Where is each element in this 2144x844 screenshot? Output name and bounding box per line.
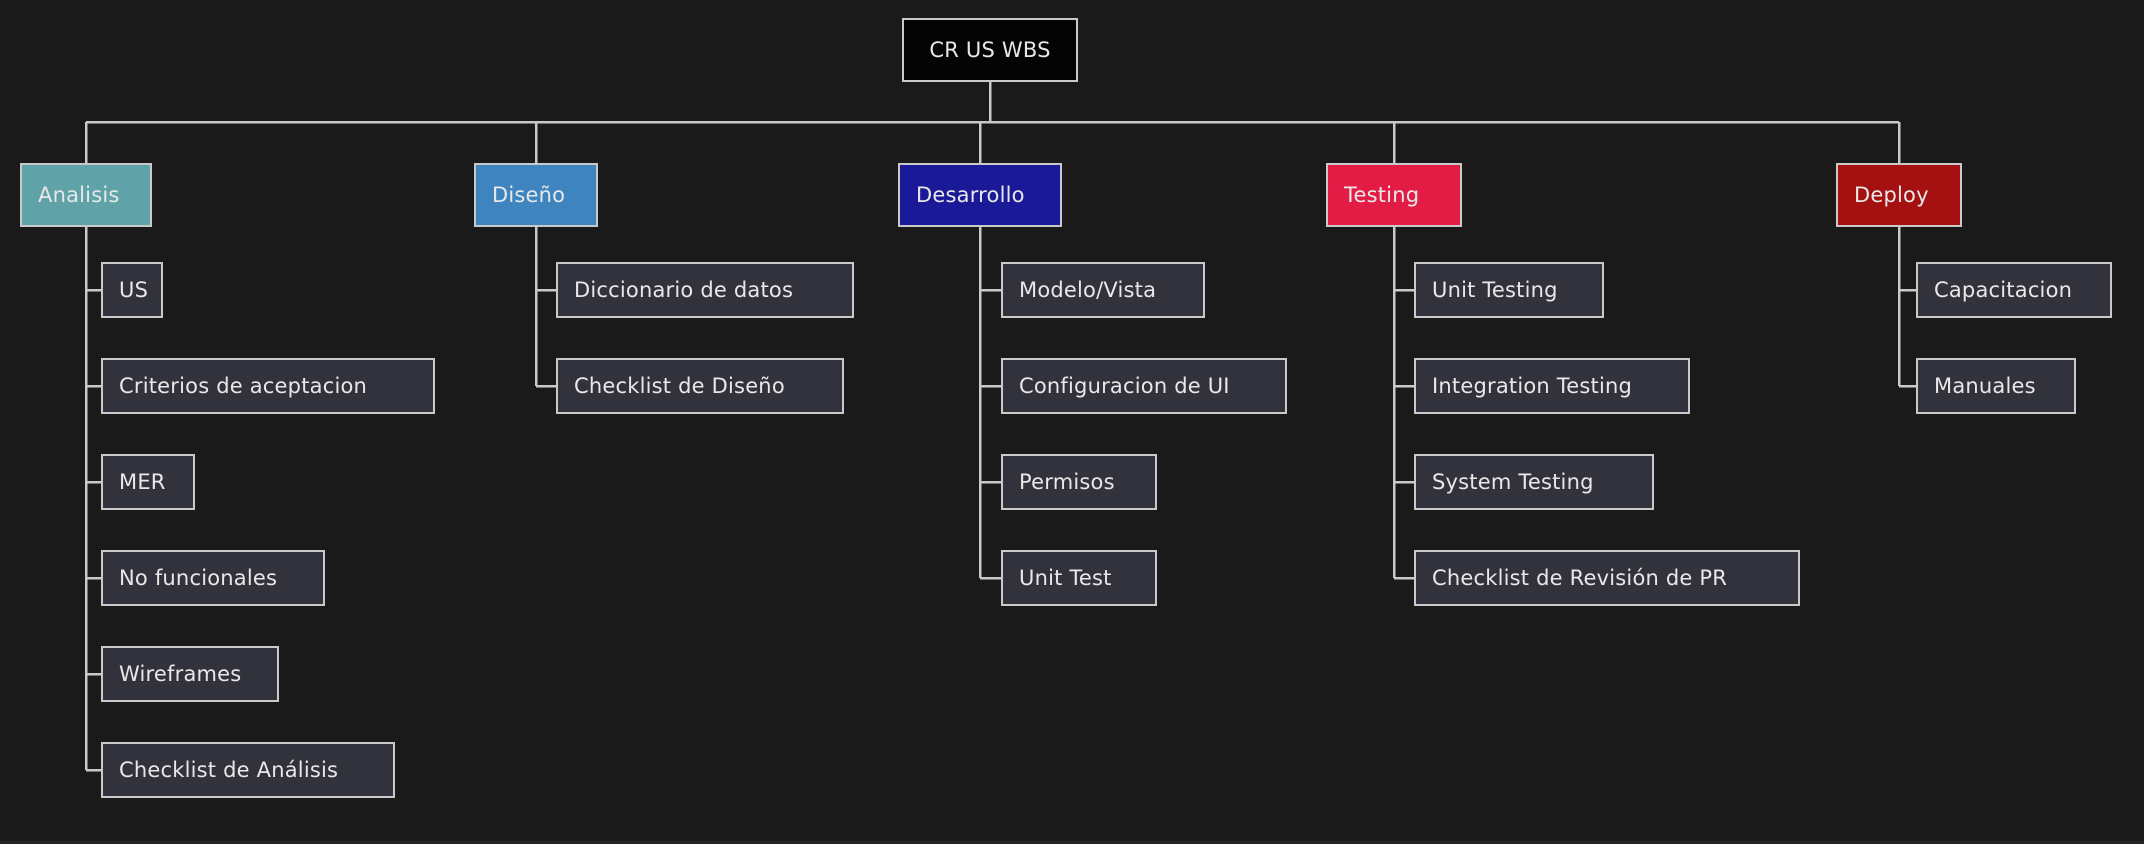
leaf-node-us-label: US xyxy=(119,277,149,302)
leaf-node-checklist-de-revision-de-pr[interactable]: Checklist de Revisión de PR xyxy=(1414,550,1800,606)
leaf-node-no-funcionales[interactable]: No funcionales xyxy=(101,550,325,606)
leaf-node-mer-label: MER xyxy=(119,469,166,494)
leaf-node-checklist-de-analisis-label: Checklist de Análisis xyxy=(119,757,339,782)
phase-node-testing-label: Testing xyxy=(1344,182,1420,207)
leaf-node-capacitacion[interactable]: Capacitacion xyxy=(1916,262,2112,318)
leaf-node-diccionario-de-datos[interactable]: Diccionario de datos xyxy=(556,262,854,318)
wbs-diagram-canvas: CR US WBS Analisis US Criterios de aceptaci… xyxy=(0,0,2144,844)
leaf-node-capacitacion-label: Capacitacion xyxy=(1934,277,2073,302)
leaf-node-mer[interactable]: MER xyxy=(101,454,195,510)
leaf-node-us[interactable]: US xyxy=(101,262,163,318)
leaf-node-configuracion-de-ui-label: Configuracion de UI xyxy=(1019,373,1230,398)
leaf-node-checklist-de-revision-de-pr-label: Checklist de Revisión de PR xyxy=(1432,565,1728,590)
leaf-node-manuales-label: Manuales xyxy=(1934,373,2036,398)
root-node-label: CR US WBS xyxy=(929,37,1051,62)
phase-node-diseno[interactable]: Diseño xyxy=(474,163,598,227)
leaf-node-unit-test-label: Unit Test xyxy=(1019,565,1112,590)
phase-node-desarrollo[interactable]: Desarrollo xyxy=(898,163,1062,227)
leaf-node-wireframes-label: Wireframes xyxy=(119,661,242,686)
leaf-node-diccionario-de-datos-label: Diccionario de datos xyxy=(574,277,794,302)
phase-node-analisis[interactable]: Analisis xyxy=(20,163,152,227)
leaf-node-criterios-de-aceptacion-label: Criterios de aceptacion xyxy=(119,373,368,398)
leaf-node-no-funcionales-label: No funcionales xyxy=(119,565,278,590)
leaf-node-unit-test[interactable]: Unit Test xyxy=(1001,550,1157,606)
leaf-node-integration-testing-label: Integration Testing xyxy=(1432,373,1633,398)
connector-edge-layer xyxy=(84,82,1916,772)
leaf-node-wireframes[interactable]: Wireframes xyxy=(101,646,279,702)
phase-node-desarrollo-label: Desarrollo xyxy=(916,182,1025,207)
root-node[interactable]: CR US WBS xyxy=(902,18,1078,82)
leaf-node-system-testing-label: System Testing xyxy=(1432,469,1594,494)
phase-node-deploy[interactable]: Deploy xyxy=(1836,163,1962,227)
phase-node-analisis-label: Analisis xyxy=(38,182,120,207)
leaf-node-configuracion-de-ui[interactable]: Configuracion de UI xyxy=(1001,358,1287,414)
leaf-node-integration-testing[interactable]: Integration Testing xyxy=(1414,358,1690,414)
leaf-node-unit-testing-label: Unit Testing xyxy=(1432,277,1558,302)
leaf-node-manuales[interactable]: Manuales xyxy=(1916,358,2076,414)
leaf-node-checklist-de-diseno-label: Checklist de Diseño xyxy=(574,373,785,398)
leaf-node-checklist-de-analisis[interactable]: Checklist de Análisis xyxy=(101,742,395,798)
leaf-node-permisos[interactable]: Permisos xyxy=(1001,454,1157,510)
phase-node-diseno-label: Diseño xyxy=(492,182,566,207)
leaf-node-checklist-de-diseno[interactable]: Checklist de Diseño xyxy=(556,358,844,414)
leaf-node-system-testing[interactable]: System Testing xyxy=(1414,454,1654,510)
leaf-node-criterios-de-aceptacion[interactable]: Criterios de aceptacion xyxy=(101,358,435,414)
leaf-node-unit-testing[interactable]: Unit Testing xyxy=(1414,262,1604,318)
leaf-node-modelo-vista-label: Modelo/Vista xyxy=(1019,277,1157,302)
phase-node-testing[interactable]: Testing xyxy=(1326,163,1462,227)
leaf-node-modelo-vista[interactable]: Modelo/Vista xyxy=(1001,262,1205,318)
phase-node-deploy-label: Deploy xyxy=(1854,182,1929,207)
leaf-node-permisos-label: Permisos xyxy=(1019,469,1115,494)
